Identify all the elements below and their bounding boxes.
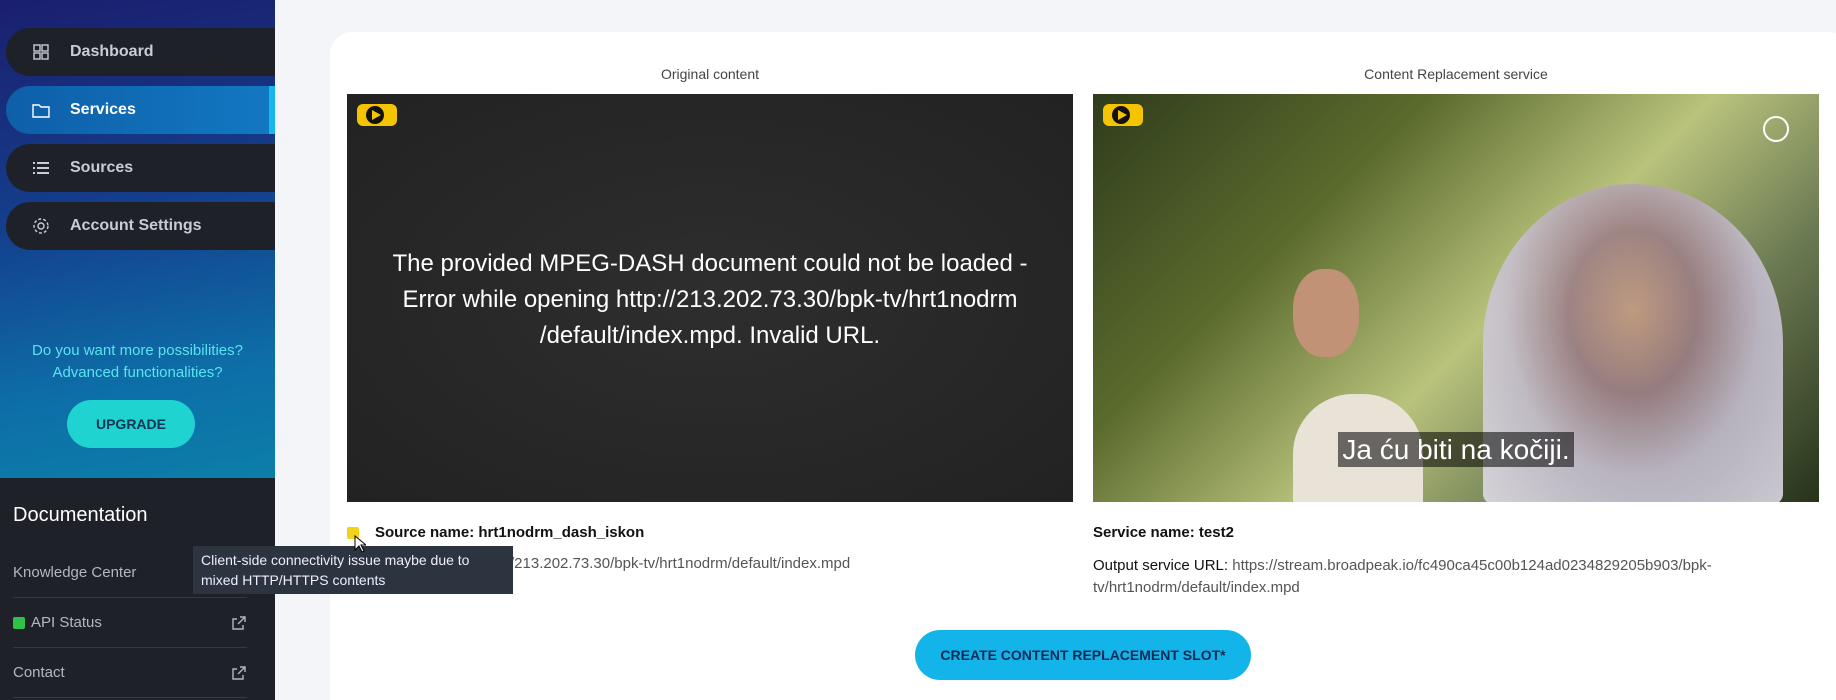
channel-watermark-icon — [1763, 116, 1789, 142]
folder-icon — [32, 101, 50, 119]
status-dot-icon — [13, 616, 25, 629]
gear-icon — [32, 217, 50, 235]
grid-icon — [32, 43, 50, 61]
source-name-label: Source name: — [375, 524, 475, 541]
sidebar-item-label: Dashboard — [70, 43, 154, 60]
video-subtitle: Ja ću biti na kočiji. — [1093, 432, 1819, 467]
source-name-value: hrt1nodrm_dash_iskon — [478, 524, 645, 541]
sidebar-item-sources[interactable]: Sources — [6, 144, 275, 192]
player-logo-icon — [357, 104, 397, 126]
sidebar-item-label: Account Settings — [70, 217, 202, 234]
sidebar-item-dashboard[interactable]: Dashboard — [6, 28, 275, 76]
sidebar-item-account-settings[interactable]: Account Settings — [6, 202, 275, 250]
upgrade-promo: Do you want more possibilities? Advanced… — [0, 340, 275, 384]
sidebar-item-label: Sources — [70, 159, 134, 176]
sidebar-item-services[interactable]: Services — [6, 86, 275, 134]
source-url: /213.202.73.30/bpk-tv/hrt1nodrm/default/… — [510, 555, 851, 572]
original-content-label: Original content — [660, 66, 760, 82]
link-label: API Status — [31, 614, 102, 631]
subtitle-text: Ja ću biti na kočiji. — [1338, 432, 1574, 467]
service-name-value: test2 — [1198, 524, 1234, 541]
external-link-icon — [232, 666, 246, 680]
replacement-content-label: Content Replacement service — [1364, 66, 1548, 82]
sidebar: Dashboard Services Sources Account Setti… — [0, 0, 275, 700]
video-frame-figure — [1293, 269, 1359, 357]
service-name: Service name: test2 — [1093, 524, 1234, 541]
link-label: Contact — [13, 664, 65, 681]
output-url-label: Output service URL: — [1093, 557, 1229, 574]
upgrade-button[interactable]: UPGRADE — [67, 400, 195, 448]
player-error-message: The provided MPEG-DASH document could no… — [392, 250, 1028, 349]
service-name-label: Service name: — [1093, 524, 1195, 541]
connectivity-tooltip: Client-side connectivity issue maybe due… — [193, 546, 513, 594]
promo-line-2: Advanced functionalities? — [52, 364, 223, 381]
api-status-link[interactable]: API Status — [13, 598, 247, 648]
replacement-player[interactable]: Ja ću biti na kočiji. — [1093, 94, 1819, 502]
link-label: Knowledge Center — [13, 564, 137, 581]
list-icon — [32, 159, 50, 177]
sidebar-item-label: Services — [70, 101, 136, 118]
mouse-cursor-icon — [354, 535, 366, 553]
create-content-replacement-slot-button[interactable]: CREATE CONTENT REPLACEMENT SLOT* — [915, 630, 1251, 680]
player-logo-icon — [1103, 104, 1143, 126]
contact-link[interactable]: Contact — [13, 648, 247, 698]
external-link-icon — [232, 616, 246, 630]
output-service-url: Output service URL: https://stream.broad… — [1093, 555, 1773, 599]
original-player[interactable]: The provided MPEG-DASH document could no… — [347, 94, 1073, 502]
promo-line-1: Do you want more possibilities? — [32, 342, 243, 359]
documentation-title: Documentation — [13, 504, 148, 526]
source-name: Source name: hrt1nodrm_dash_iskon — [375, 524, 644, 541]
